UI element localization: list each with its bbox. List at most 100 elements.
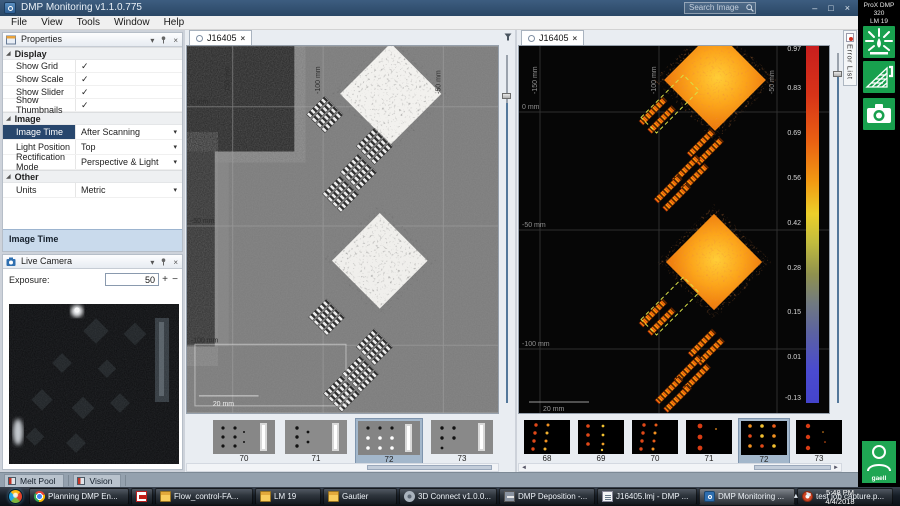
layer-slider-handle[interactable] — [502, 93, 511, 99]
properties-panel-titlebar[interactable]: Properties ▾ × — [3, 33, 182, 47]
melt-pool-button[interactable] — [863, 26, 895, 58]
thumbnail-72-selected[interactable]: 72 — [355, 418, 423, 465]
show-grid-checkbox[interactable]: ✓ — [81, 61, 89, 72]
error-list-label: Error List — [845, 44, 855, 80]
image-time-dropdown[interactable]: After Scanning ▾ — [75, 125, 182, 139]
thumbnail-68[interactable]: 68 — [522, 418, 572, 465]
colorbar-tick: 0.83 — [787, 85, 801, 92]
dmp-monitoring-icon — [704, 491, 715, 502]
thumbnail-71[interactable]: 71 — [283, 418, 349, 465]
menu-file[interactable]: File — [4, 17, 34, 28]
tab-j16405-grayscale[interactable]: J16405 × — [189, 30, 253, 45]
scroll-left-icon[interactable]: ◄ — [521, 464, 527, 472]
powder-layer-button[interactable] — [863, 61, 895, 93]
pin-icon[interactable] — [160, 258, 167, 266]
group-other[interactable]: ◢ Other — [3, 170, 182, 183]
taskbar-clock[interactable]: 5:48 PM 4/4/2018 — [814, 488, 866, 506]
svg-text:0 mm: 0 mm — [522, 104, 540, 111]
tray-overflow-icon[interactable]: ▴ — [794, 491, 798, 500]
show-thumbnails-checkbox[interactable]: ✓ — [81, 100, 89, 111]
row-image-time: Image Time After Scanning ▾ — [3, 125, 182, 140]
vision-camera-button[interactable] — [863, 98, 895, 130]
group-image-label: Image — [14, 113, 41, 124]
scrollbar-thumb[interactable] — [367, 465, 492, 470]
units-label[interactable]: Units — [3, 183, 75, 197]
image-time-label[interactable]: Image Time — [3, 125, 75, 139]
scale-label: 20 mm — [543, 406, 565, 413]
thumbnail-70[interactable]: 70 — [630, 418, 680, 465]
panel-close-icon[interactable]: × — [173, 34, 178, 47]
taskbar-item-label: LM 19 — [274, 492, 297, 501]
light-position-dropdown[interactable]: Top ▾ — [75, 140, 182, 154]
show-scale-checkbox[interactable]: ✓ — [81, 74, 89, 85]
menu-window[interactable]: Window — [107, 17, 157, 28]
heatmap-hscrollbar[interactable]: ◄ ► — [518, 463, 842, 472]
group-display[interactable]: ◢ Display — [3, 47, 182, 60]
taskbar-item-gautier[interactable]: Gautier — [323, 488, 397, 505]
group-image[interactable]: ◢ Image — [3, 112, 182, 125]
layer-slider[interactable] — [831, 45, 843, 414]
tab-melt-pool[interactable]: Melt Pool — [4, 474, 65, 487]
panel-menu-icon[interactable]: ▾ — [150, 34, 154, 47]
thumbnail-70[interactable]: 70 — [211, 418, 277, 465]
taskbar-item-flow-control[interactable]: Flow_control-FA... — [155, 488, 253, 505]
taskbar-item-dmp-deposition[interactable]: DMP Deposition -... — [499, 488, 595, 505]
layer-slider[interactable] — [500, 45, 514, 414]
app-icon — [4, 2, 16, 14]
scroll-right-icon[interactable]: ► — [833, 464, 839, 472]
taskbar-item-lm19[interactable]: LM 19 — [255, 488, 321, 505]
tab-j16405-heatmap[interactable]: J16405 × — [521, 30, 585, 45]
thumbnail-73[interactable]: 73 — [794, 418, 844, 465]
menu-view[interactable]: View — [34, 17, 70, 28]
taskbar-item-j16405-lmj[interactable]: J16405.lmj - DMP ... — [597, 488, 697, 505]
bottom-dock-tabs: Melt Pool Vision — [0, 472, 858, 487]
tray-flag-icon[interactable]: ⚑ — [805, 491, 812, 500]
svg-text:-150 mm: -150 mm — [225, 66, 232, 94]
taskbar-item-dmp-monitoring-active[interactable]: DMP Monitoring ... — [699, 488, 795, 505]
maximize-button[interactable]: □ — [828, 3, 833, 13]
taskbar-item-evo[interactable] — [131, 488, 153, 505]
scrollbar-thumb[interactable] — [753, 465, 831, 470]
rectification-mode-dropdown[interactable]: Perspective & Light ▾ — [75, 155, 182, 169]
chevron-down-icon: ▾ — [173, 129, 177, 136]
folder-icon — [328, 491, 339, 502]
svg-text:-50 mm: -50 mm — [435, 70, 442, 94]
show-slider-checkbox[interactable]: ✓ — [81, 87, 89, 98]
folder-icon — [160, 491, 171, 502]
error-list-tab[interactable]: Error List — [843, 30, 857, 86]
row-rectification-mode: Rectification Mode Perspective & Light ▾ — [3, 152, 182, 172]
tab-close-icon[interactable]: × — [241, 34, 246, 43]
thumbnail-72-selected[interactable]: 72 — [738, 418, 790, 465]
filter-icon[interactable] — [504, 33, 512, 41]
menu-tools[interactable]: Tools — [70, 17, 107, 28]
taskbar-item-planning-dmp[interactable]: Planning DMP En... — [29, 488, 129, 505]
minimize-button[interactable]: – — [812, 3, 817, 13]
pin-icon[interactable] — [160, 36, 167, 44]
thumbnail-71[interactable]: 71 — [684, 418, 734, 465]
group-other-label: Other — [14, 171, 39, 182]
exposure-increase-button[interactable]: + — [162, 273, 168, 286]
exposure-decrease-button[interactable]: − — [172, 273, 178, 286]
grayscale-scan-image[interactable]: 0 mm -50 mm -100 mm -150 mm -100 mm -50 … — [186, 45, 499, 414]
panel-menu-icon[interactable]: ▾ — [150, 256, 154, 269]
show-grid-label: Show Grid — [16, 61, 59, 71]
search-icon[interactable] — [746, 4, 754, 12]
start-button[interactable] — [8, 489, 23, 504]
menu-help[interactable]: Help — [157, 17, 192, 28]
units-dropdown[interactable]: Metric ▾ — [75, 183, 182, 197]
taskbar-item-3d-connect[interactable]: 3D Connect v1.0.0... — [399, 488, 497, 505]
close-button[interactable]: × — [845, 3, 850, 13]
user-button[interactable]: gaell — [862, 441, 896, 483]
grayscale-hscrollbar[interactable] — [186, 463, 499, 472]
thumbnail-73[interactable]: 73 — [429, 418, 495, 465]
layer-slider-handle[interactable] — [833, 71, 842, 77]
tab-vision[interactable]: Vision — [73, 474, 122, 487]
panel-close-icon[interactable]: × — [173, 256, 178, 269]
grayscale-thumbnail-strip: 70 71 72 73 — [211, 418, 495, 465]
thumbnail-69[interactable]: 69 — [576, 418, 626, 465]
live-camera-titlebar[interactable]: Live Camera ▾ × — [3, 255, 182, 269]
exposure-input[interactable]: 50 — [105, 273, 159, 286]
rectification-mode-label[interactable]: Rectification Mode — [3, 152, 75, 172]
layer-icon — [528, 34, 535, 42]
tab-close-icon[interactable]: × — [573, 34, 578, 43]
